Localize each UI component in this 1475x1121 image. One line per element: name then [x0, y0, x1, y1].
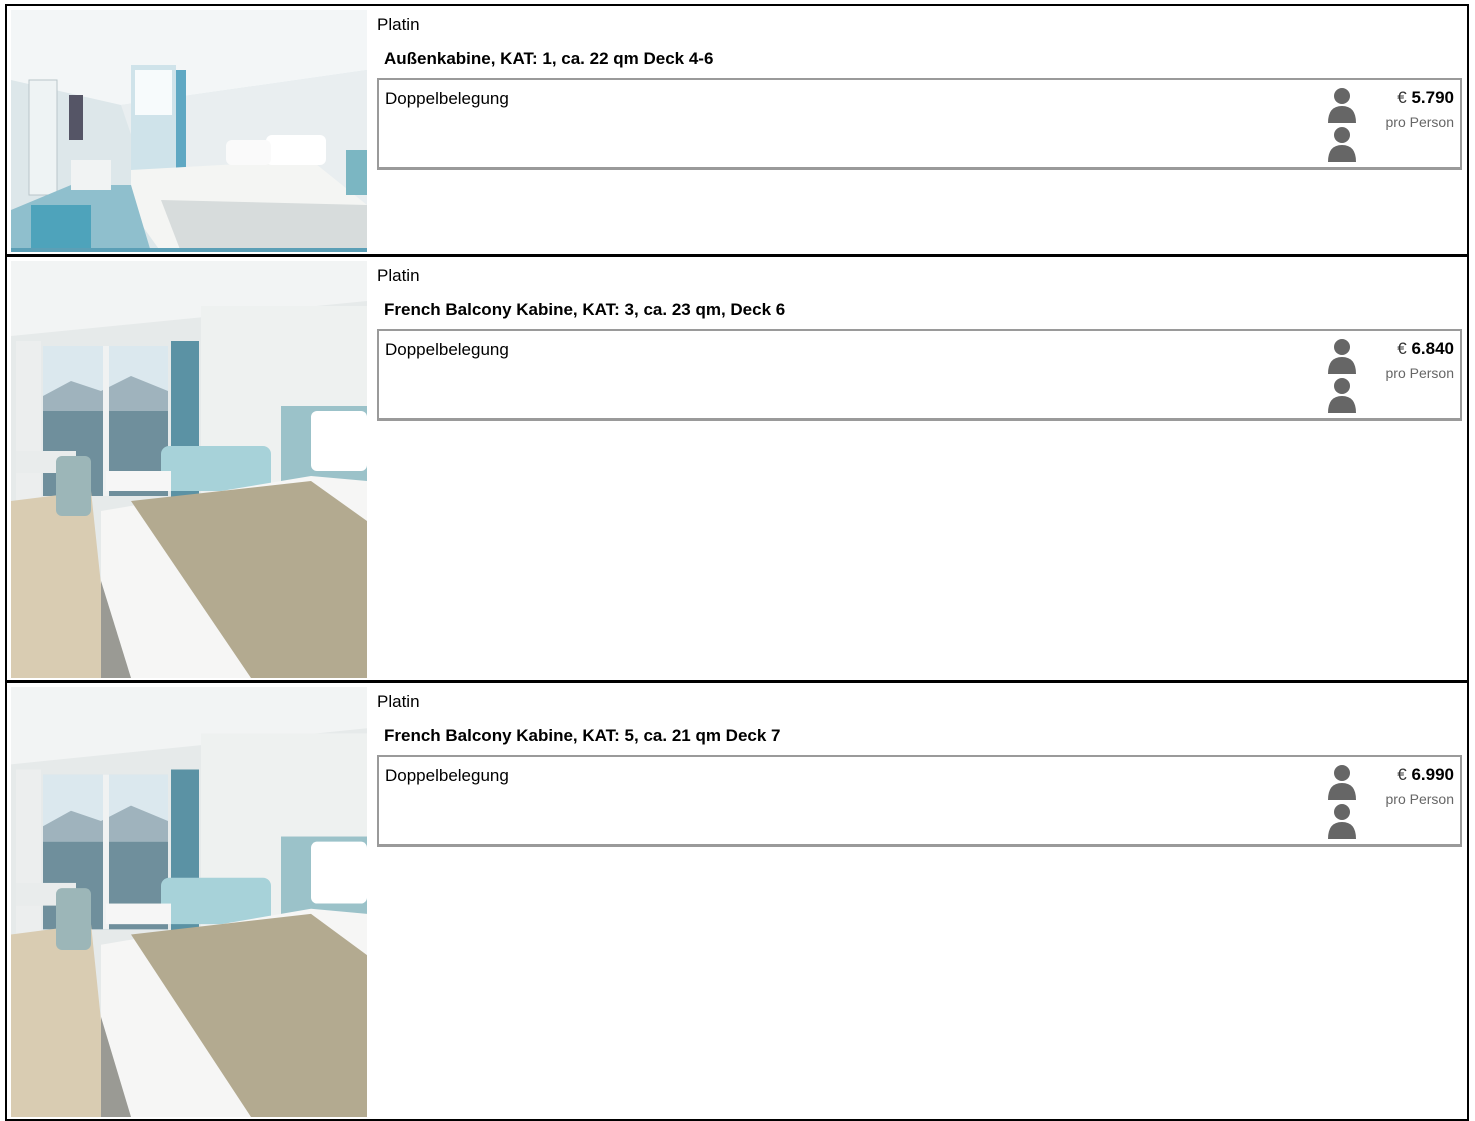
price-value: 5.790 — [1411, 88, 1454, 107]
cabin-title[interactable]: Außenkabine, KAT: 1, ca. 22 qm Deck 4-6 — [384, 49, 713, 69]
price-value: 6.990 — [1411, 765, 1454, 784]
currency-symbol: € — [1397, 88, 1407, 107]
cabin-card[interactable]: Platin French Balcony Kabine, KAT: 3, ca… — [5, 255, 1469, 682]
occupancy-label: Doppelbelegung — [385, 89, 509, 108]
person-icon — [1328, 127, 1356, 162]
person-count — [1327, 87, 1357, 165]
cabin-card[interactable]: Platin Außenkabine, KAT: 1, ca. 22 qm De… — [5, 4, 1469, 256]
occupancy-label: Doppelbelegung — [385, 766, 509, 785]
occupancy-label: Doppelbelegung — [385, 340, 509, 359]
cabin-tier: Platin — [377, 692, 420, 711]
cabin-card[interactable]: Platin French Balcony Kabine, KAT: 5, ca… — [5, 681, 1469, 1121]
cabin-photo-balcony-icon — [11, 687, 367, 1117]
person-count — [1327, 764, 1357, 842]
price-per-person-label: pro Person — [1385, 365, 1454, 381]
cabin-title[interactable]: French Balcony Kabine, KAT: 5, ca. 21 qm… — [384, 726, 781, 746]
price-per-person-label: pro Person — [1385, 791, 1454, 807]
occupancy-option[interactable]: Doppelbelegung € 6.990 pro Person — [377, 755, 1462, 847]
occupancy-option[interactable]: Doppelbelegung € 6.840 pro Person — [377, 329, 1462, 421]
price-block[interactable]: € 6.990 pro Person — [1386, 765, 1454, 807]
currency-symbol: € — [1397, 765, 1407, 784]
cabin-photo-balcony-icon — [11, 261, 367, 678]
person-icon — [1328, 804, 1356, 839]
occupancy-option[interactable]: Doppelbelegung € 5.790 pro Person — [377, 78, 1462, 170]
cabin-photo-bedroom-icon — [11, 10, 367, 252]
cabin-tier: Platin — [377, 266, 420, 285]
cabin-title[interactable]: French Balcony Kabine, KAT: 3, ca. 23 qm… — [384, 300, 785, 320]
price-value: 6.840 — [1411, 339, 1454, 358]
person-count — [1327, 338, 1357, 416]
cabin-photo[interactable] — [11, 10, 367, 252]
currency-symbol: € — [1397, 339, 1407, 358]
price-per-person-label: pro Person — [1385, 114, 1454, 130]
price-block[interactable]: € 5.790 pro Person — [1386, 88, 1454, 130]
person-icon — [1328, 765, 1356, 800]
person-icon — [1328, 339, 1356, 374]
price-amount: € 6.840 — [1386, 339, 1454, 359]
price-block[interactable]: € 6.840 pro Person — [1386, 339, 1454, 381]
cabin-tier: Platin — [377, 15, 420, 34]
person-icon — [1328, 378, 1356, 413]
cabin-photo[interactable] — [11, 687, 367, 1117]
cabin-photo[interactable] — [11, 261, 367, 678]
person-icon — [1328, 88, 1356, 123]
price-amount: € 6.990 — [1386, 765, 1454, 785]
price-amount: € 5.790 — [1386, 88, 1454, 108]
